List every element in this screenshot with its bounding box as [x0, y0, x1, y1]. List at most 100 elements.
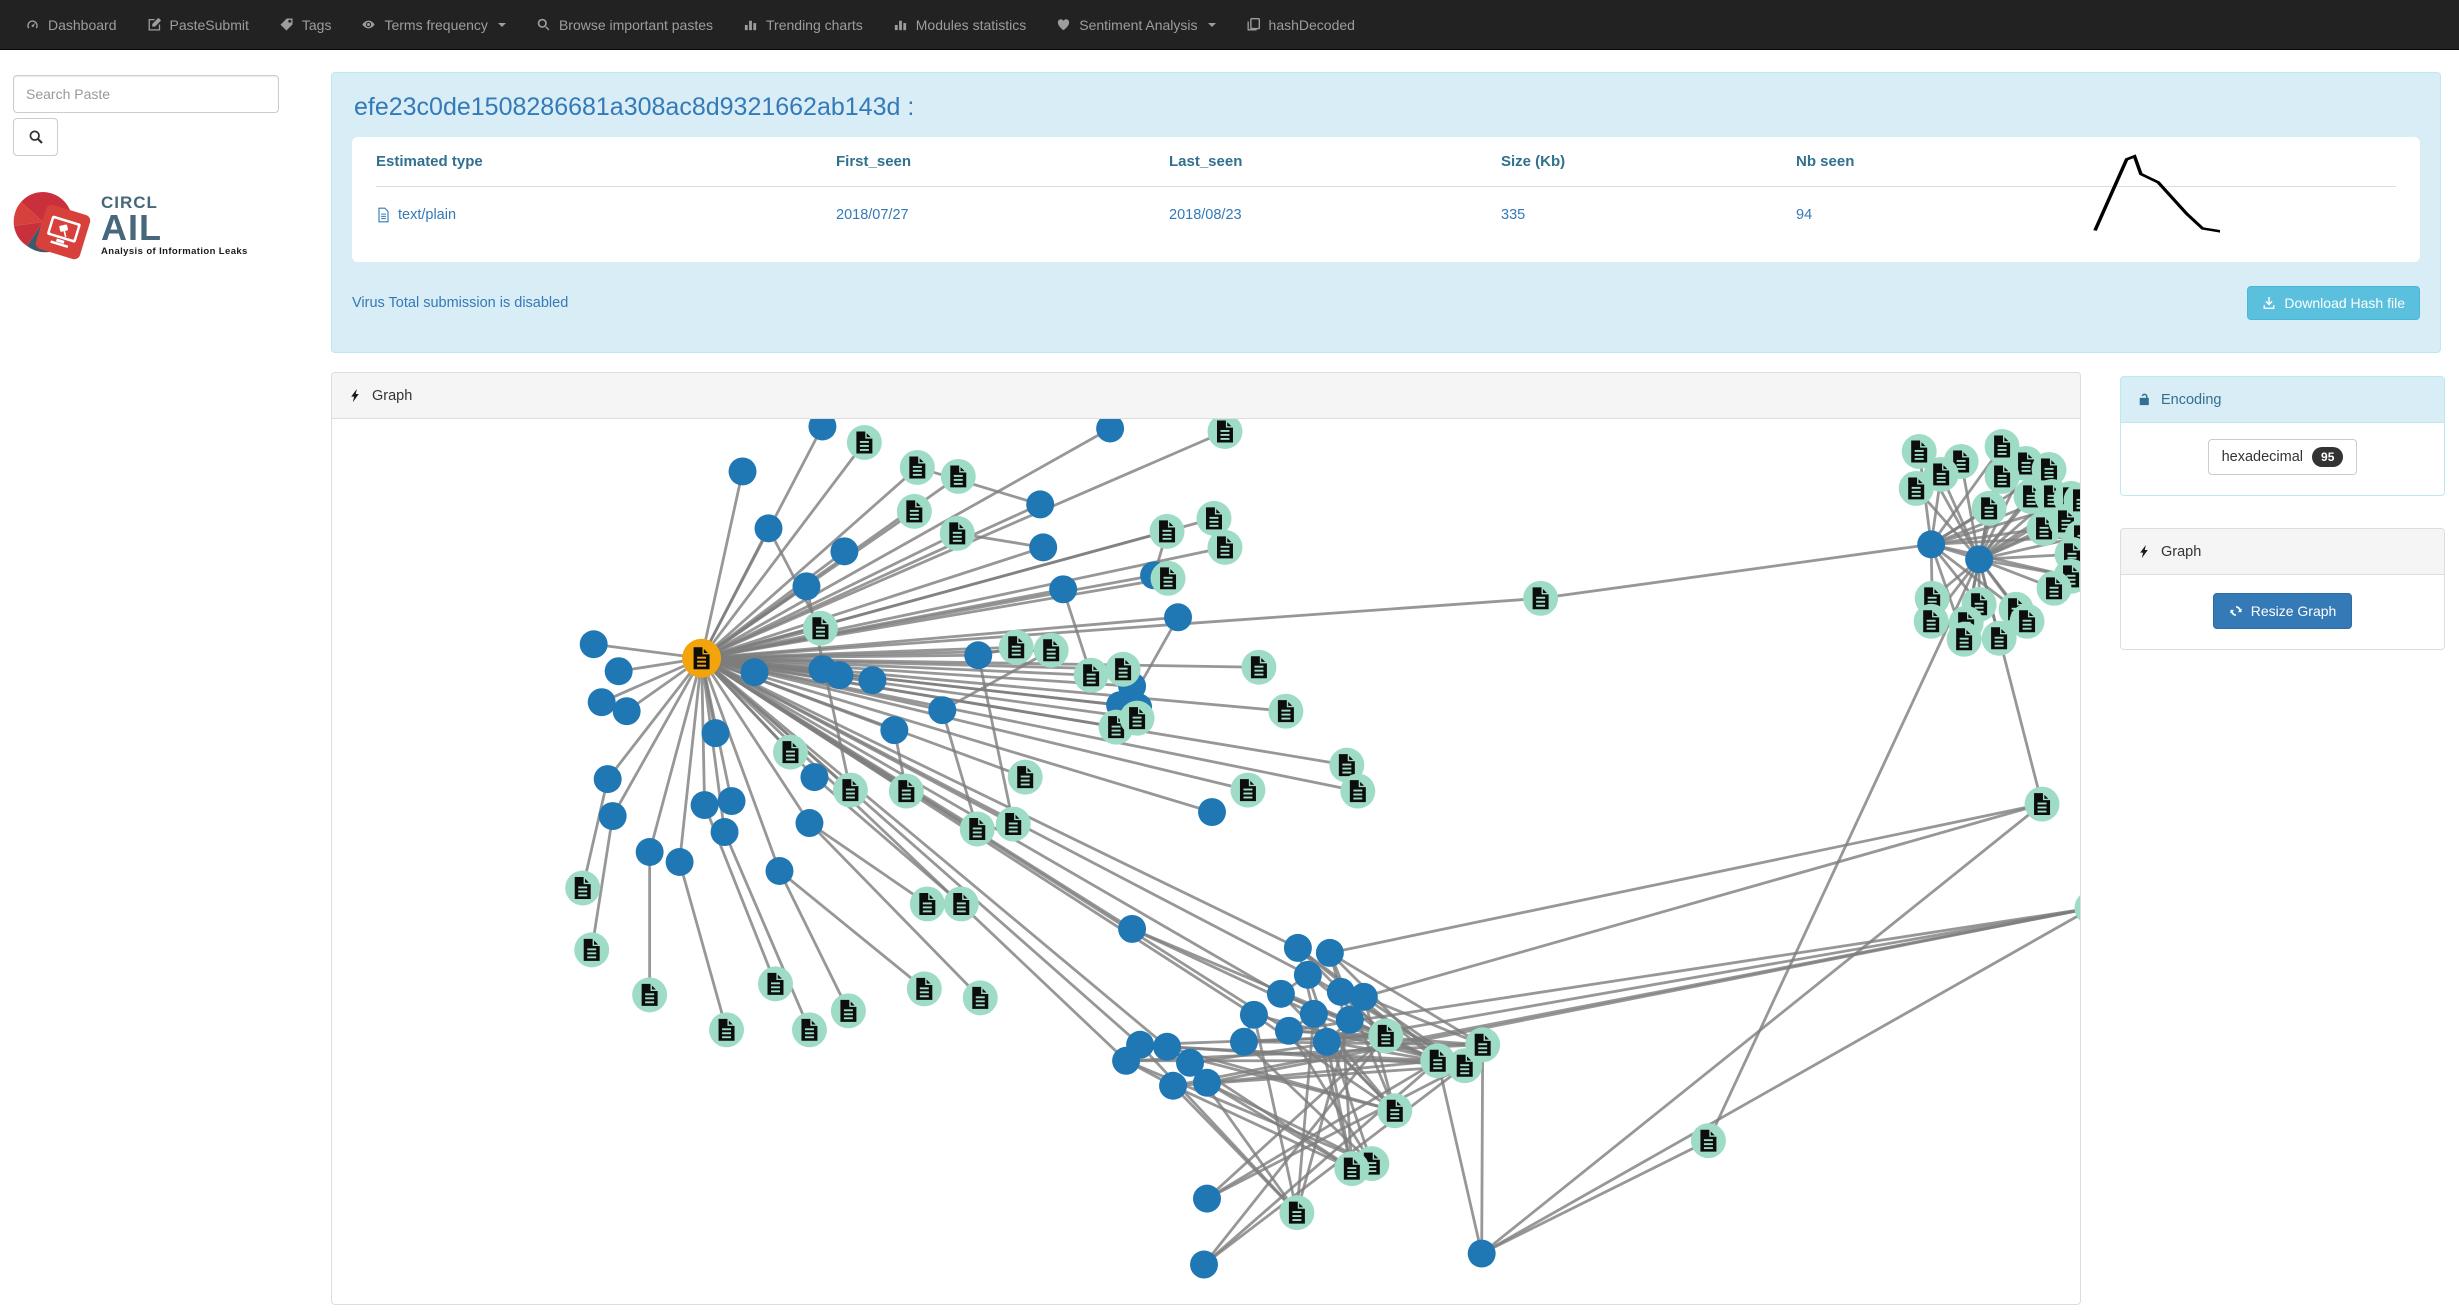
decoded-file-node[interactable]	[1033, 632, 1069, 668]
paste-node[interactable]	[1283, 933, 1312, 962]
decoded-file-node[interactable]	[1984, 458, 2020, 494]
decoded-file-node[interactable]	[1241, 649, 1277, 685]
paste-node[interactable]	[604, 657, 633, 686]
decoded-file-node[interactable]	[1119, 700, 1155, 736]
decoded-file-node[interactable]	[2009, 603, 2045, 639]
paste-node[interactable]	[830, 537, 859, 566]
decoded-file-node[interactable]	[2036, 570, 2072, 606]
paste-node[interactable]	[1164, 603, 1193, 632]
paste-node[interactable]	[795, 809, 824, 838]
nav-item-sentiment-analysis[interactable]: Sentiment Analysis	[1041, 0, 1230, 49]
paste-node[interactable]	[800, 763, 829, 792]
decoded-file-node[interactable]	[802, 610, 838, 646]
paste-node[interactable]	[579, 630, 608, 659]
decoded-file-node[interactable]	[1946, 621, 1982, 657]
decoded-file-node[interactable]	[832, 772, 868, 808]
decoded-file-node[interactable]	[1368, 1018, 1404, 1054]
network-graph[interactable]	[332, 419, 2080, 1304]
paste-node[interactable]	[717, 787, 746, 816]
paste-node[interactable]	[1112, 1046, 1141, 1075]
paste-node[interactable]	[1312, 1027, 1341, 1056]
decoded-file-node[interactable]	[1073, 657, 1109, 693]
decoded-file-node[interactable]	[2024, 786, 2060, 822]
paste-node[interactable]	[598, 802, 627, 831]
decoded-file-node[interactable]	[830, 993, 866, 1029]
decoded-file-node[interactable]	[1207, 419, 1243, 449]
paste-node[interactable]	[728, 457, 757, 486]
paste-node[interactable]	[792, 572, 821, 601]
decoded-file-node[interactable]	[909, 886, 945, 922]
decoded-file-node[interactable]	[940, 458, 976, 494]
nav-item-terms-frequency[interactable]: Terms frequency	[346, 0, 520, 49]
paste-node[interactable]	[964, 641, 993, 670]
nav-item-trending-charts[interactable]: Trending charts	[728, 0, 878, 49]
paste-node[interactable]	[1315, 938, 1344, 967]
decoded-file-node[interactable]	[1105, 651, 1141, 687]
decoded-file-node[interactable]	[632, 977, 668, 1013]
decoded-file-node[interactable]	[1230, 772, 1266, 808]
current-hash-node[interactable]	[682, 638, 722, 678]
download-hash-file-button[interactable]: Download Hash file	[2247, 286, 2420, 320]
decoded-file-node[interactable]	[899, 449, 935, 485]
decoded-file-node[interactable]	[565, 870, 601, 906]
paste-node[interactable]	[1229, 1027, 1258, 1056]
decoded-file-node[interactable]	[959, 811, 995, 847]
search-paste-input[interactable]	[13, 75, 279, 113]
decoded-file-node[interactable]	[1377, 1093, 1413, 1129]
paste-node[interactable]	[1326, 977, 1355, 1006]
decoded-file-node[interactable]	[943, 886, 979, 922]
decoded-file-node[interactable]	[758, 966, 793, 1002]
paste-node[interactable]	[1349, 982, 1378, 1011]
paste-node[interactable]	[593, 765, 622, 794]
paste-node[interactable]	[1029, 533, 1058, 562]
decoded-file-node[interactable]	[939, 515, 975, 551]
paste-node[interactable]	[1917, 530, 1946, 559]
decoded-file-node[interactable]	[772, 734, 808, 770]
paste-node[interactable]	[928, 696, 957, 725]
decoded-file-node[interactable]	[896, 493, 932, 529]
paste-node[interactable]	[1274, 1016, 1303, 1045]
decoded-file-node[interactable]	[1334, 1151, 1370, 1187]
paste-node[interactable]	[690, 791, 719, 820]
decoded-file-node[interactable]	[574, 932, 610, 968]
nav-item-modules-statistics[interactable]: Modules statistics	[878, 0, 1041, 49]
paste-node[interactable]	[1467, 1239, 1496, 1268]
paste-node[interactable]	[880, 716, 909, 745]
decoded-file-node[interactable]	[2074, 890, 2080, 925]
paste-node[interactable]	[1118, 914, 1147, 943]
paste-node[interactable]	[825, 661, 854, 690]
paste-node[interactable]	[710, 818, 739, 847]
decoded-file-node[interactable]	[846, 424, 882, 460]
encoding-item-hexadecimal[interactable]: hexadecimal 95	[2207, 439, 2358, 475]
decoded-file-node[interactable]	[1007, 759, 1043, 795]
decoded-file-node[interactable]	[888, 773, 924, 809]
nav-item-browse-important-pastes[interactable]: Browse important pastes	[521, 0, 728, 49]
paste-node[interactable]	[808, 419, 837, 441]
paste-node[interactable]	[665, 848, 694, 876]
paste-node[interactable]	[1299, 999, 1328, 1028]
paste-node[interactable]	[1193, 1184, 1221, 1213]
paste-node[interactable]	[1153, 1032, 1182, 1061]
paste-node[interactable]	[1965, 545, 1994, 574]
decoded-file-node[interactable]	[906, 971, 942, 1007]
nav-item-pastesubmit[interactable]: PasteSubmit	[132, 0, 264, 49]
decoded-file-node[interactable]	[1340, 773, 1376, 809]
nav-item-dashboard[interactable]: Dashboard	[10, 0, 132, 49]
paste-node[interactable]	[587, 688, 616, 717]
decoded-file-node[interactable]	[1207, 529, 1243, 565]
paste-node[interactable]	[1026, 490, 1055, 519]
decoded-file-node[interactable]	[1913, 603, 1949, 639]
paste-node[interactable]	[1176, 1048, 1205, 1077]
paste-node[interactable]	[754, 514, 783, 543]
nav-item-tags[interactable]: Tags	[264, 0, 347, 49]
decoded-file-node[interactable]	[1690, 1123, 1726, 1159]
decoded-file-node[interactable]	[1149, 513, 1185, 549]
paste-node[interactable]	[1096, 419, 1125, 443]
paste-node[interactable]	[740, 658, 769, 687]
paste-node[interactable]	[1293, 960, 1322, 989]
decoded-file-node[interactable]	[1150, 560, 1186, 596]
paste-node[interactable]	[1198, 798, 1226, 827]
paste-node[interactable]	[858, 666, 887, 695]
paste-node[interactable]	[1239, 1000, 1268, 1029]
decoded-file-node[interactable]	[1971, 490, 2007, 526]
